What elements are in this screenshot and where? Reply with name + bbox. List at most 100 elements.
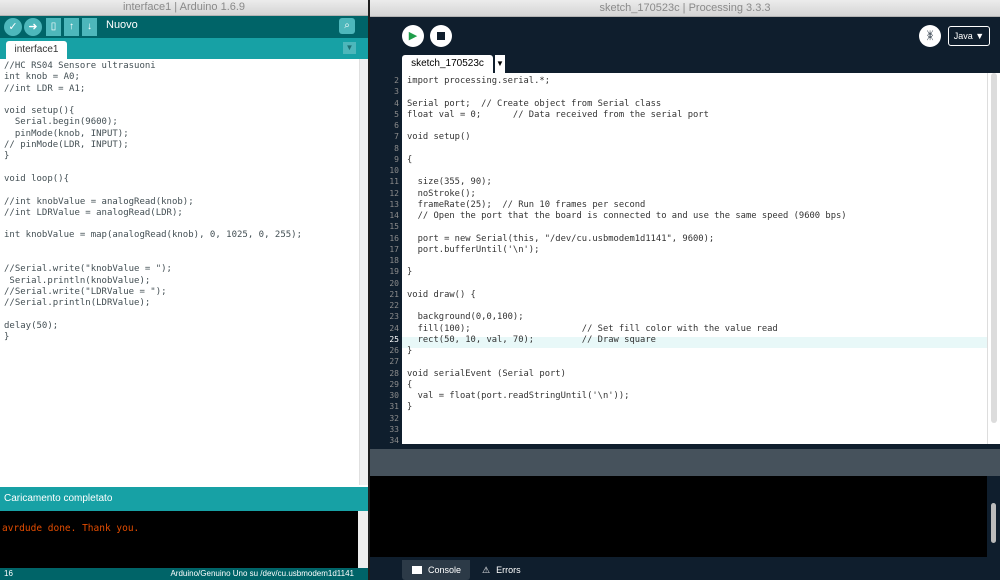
line-number: 4 bbox=[394, 98, 399, 108]
line-number: 7 bbox=[394, 132, 399, 142]
line-number: 12 bbox=[389, 188, 399, 198]
processing-window-title: sketch_170523c | Processing 3.3.3 bbox=[599, 2, 771, 14]
code-line: { bbox=[407, 154, 413, 165]
code-line: } bbox=[407, 267, 413, 278]
code-line: } bbox=[407, 402, 413, 413]
verify-button[interactable]: ✓ bbox=[4, 18, 22, 36]
code-line: //Serial.write("knobValue = "); bbox=[4, 264, 172, 275]
code-line: val = float(port.readStringUntil('\n')); bbox=[407, 391, 630, 401]
arduino-code-editor[interactable]: //HC RS04 Sensore ultrasuoni int knob = A… bbox=[0, 59, 358, 485]
code-line: delay(50); bbox=[4, 320, 59, 331]
stop-button[interactable] bbox=[430, 25, 452, 47]
line-number: 32 bbox=[389, 413, 399, 423]
errors-tab[interactable]: ⚠ Errors bbox=[482, 560, 550, 580]
code-line: //int LDRValue = analogRead(LDR); bbox=[4, 207, 183, 218]
code-line: { bbox=[407, 379, 413, 390]
arduino-window-title: interface1 | Arduino 1.6.9 bbox=[122, 1, 246, 13]
processing-code-editor[interactable]: import processing.serial.*; Serial port; … bbox=[402, 73, 987, 444]
upload-button[interactable]: ➜ bbox=[24, 18, 42, 36]
line-number: 19 bbox=[389, 267, 399, 277]
code-line: } bbox=[4, 332, 10, 343]
check-icon: ✓ bbox=[8, 21, 18, 33]
scroll-thumb[interactable] bbox=[991, 503, 996, 543]
code-line: import processing.serial.*; bbox=[407, 76, 550, 86]
code-line: // Open the port that the board is conne… bbox=[407, 211, 847, 221]
code-line: //Serial.println(LDRValue); bbox=[4, 298, 151, 309]
arduino-footer: 16 Arduino/Genuino Uno su /dev/cu.usbmod… bbox=[0, 568, 368, 580]
play-icon: ▶ bbox=[408, 30, 418, 42]
code-line: size(355, 90); bbox=[407, 177, 492, 188]
code-line: noStroke(); bbox=[407, 188, 476, 199]
debug-button[interactable]: ᛤ bbox=[919, 25, 941, 47]
arduino-console-scrollbar[interactable] bbox=[358, 511, 368, 568]
line-number: 18 bbox=[389, 256, 399, 265]
processing-tab-strip: sketch_170523c ▼ bbox=[370, 53, 1000, 73]
processing-window: sketch_170523c | Processing 3.3.3 ▶ ᛤ Ja… bbox=[370, 0, 1000, 580]
code-line: // pinMode(LDR, INPUT); bbox=[4, 140, 129, 151]
serial-monitor-button[interactable]: ⌕ bbox=[339, 18, 355, 34]
code-line: port = new Serial(this, "/dev/cu.usbmode… bbox=[407, 233, 715, 244]
chevron-down-icon: ▼ bbox=[496, 59, 504, 68]
open-sketch-button[interactable]: ↑ bbox=[64, 18, 79, 36]
code-line: Serial.println(knobValue); bbox=[4, 275, 151, 286]
arduino-toolbar: ✓ ➜ ▯ ↑ ↓ Nuovo ⌕ bbox=[0, 16, 368, 38]
line-number-gutter: 2 3 4 5 6 7 8 9 10 11 12 13 14 15 16 17 18 19 20 21 22 23 24 25… bbox=[370, 73, 402, 445]
line-number: 26 bbox=[389, 346, 399, 355]
processing-editor-scrollbar[interactable] bbox=[987, 73, 1000, 444]
line-number: 2 bbox=[394, 76, 399, 85]
line-number: 5 bbox=[394, 109, 399, 119]
code-line: //int LDR = A1; bbox=[4, 83, 86, 94]
code-line: void draw() { bbox=[407, 289, 476, 300]
line-number: 28 bbox=[389, 368, 399, 378]
code-line: frameRate(25); // Run 10 frames per seco… bbox=[407, 199, 646, 210]
code-line: void loop(){ bbox=[4, 173, 70, 184]
code-line: port.bufferUntil('\n'); bbox=[407, 244, 540, 255]
tab-menu-button[interactable]: ▼ bbox=[495, 55, 505, 73]
code-line: //HC RS04 Sensore ultrasuoni bbox=[4, 61, 156, 71]
line-number: 34 bbox=[389, 436, 399, 445]
tab-menu-button[interactable]: ▼ bbox=[343, 42, 356, 54]
console-divider[interactable] bbox=[370, 449, 1000, 476]
line-number: 30 bbox=[389, 391, 399, 400]
arduino-editor-scrollbar[interactable] bbox=[359, 59, 368, 485]
code-line: void serialEvent (Serial port) bbox=[407, 368, 566, 379]
console-output: avrdude done. Thank you. bbox=[2, 523, 140, 534]
board-port-info: Arduino/Genuino Uno su /dev/cu.usbmodem1… bbox=[170, 569, 354, 578]
magnifier-icon: ⌕ bbox=[344, 20, 350, 31]
code-line: Serial port; // Create object from Seria… bbox=[407, 98, 662, 109]
current-line-number: 16 bbox=[4, 569, 13, 578]
line-number: 14 bbox=[389, 211, 399, 220]
tab-interface1[interactable]: interface1 bbox=[6, 41, 67, 59]
code-line: rect(50, 10, val, 70); // Draw square bbox=[407, 334, 656, 345]
line-number: 15 bbox=[389, 222, 399, 232]
mode-selector[interactable]: Java ▼ bbox=[948, 26, 990, 46]
errors-tab-label: Errors bbox=[496, 565, 521, 575]
processing-footer: Console ⚠ Errors bbox=[370, 557, 1000, 580]
line-number: 21 bbox=[389, 289, 399, 299]
line-number: 24 bbox=[389, 323, 399, 333]
scroll-thumb[interactable] bbox=[991, 73, 997, 423]
file-icon: ▯ bbox=[50, 21, 57, 32]
console-tab[interactable]: Console bbox=[402, 560, 470, 580]
arduino-window: interface1 | Arduino 1.6.9 ✓ ➜ ▯ ↑ ↓ Nuo… bbox=[0, 0, 368, 580]
arduino-console: avrdude done. Thank you. bbox=[0, 511, 358, 568]
code-line: } bbox=[407, 346, 413, 356]
arduino-tab-strip: interface1 ▼ bbox=[0, 38, 368, 59]
butterfly-icon: ᛤ bbox=[926, 30, 934, 42]
code-line: pinMode(knob, INPUT); bbox=[4, 128, 129, 139]
save-sketch-button[interactable]: ↓ bbox=[82, 18, 97, 36]
code-line: int knobValue = map(analogRead(knob), 0,… bbox=[4, 230, 303, 241]
tab-sketch[interactable]: sketch_170523c bbox=[402, 55, 493, 73]
processing-console-scrollbar[interactable] bbox=[987, 476, 1000, 557]
code-line: Serial.begin(9600); bbox=[4, 117, 118, 128]
terminal-icon bbox=[412, 566, 422, 574]
new-sketch-button[interactable]: ▯ bbox=[46, 18, 61, 36]
run-button[interactable]: ▶ bbox=[402, 25, 424, 47]
